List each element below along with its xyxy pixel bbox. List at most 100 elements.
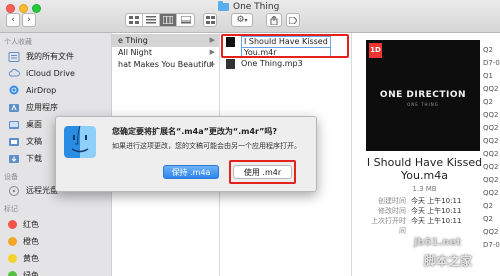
strip-text: QQ2 bbox=[483, 176, 499, 184]
preview-size: 1.3 MB bbox=[412, 185, 437, 193]
sidebar-item-label: AirDrop bbox=[26, 85, 57, 95]
window-title: One Thing bbox=[218, 1, 280, 12]
sidebar-item-label: iCloud Drive bbox=[26, 68, 75, 78]
sidebar-tag-yellow[interactable]: 黄色 bbox=[8, 253, 39, 264]
icon-view-button[interactable] bbox=[126, 14, 143, 26]
album-badge: 1D bbox=[369, 43, 382, 58]
sidebar-item-icloud-drive[interactable]: iCloud Drive bbox=[8, 68, 75, 78]
album-band-name: ONE DIRECTION bbox=[379, 90, 467, 100]
chevron-right-icon: ▶ bbox=[209, 36, 215, 44]
sidebar-item-label: 橙色 bbox=[23, 237, 39, 246]
album-subtitle: ONE THING bbox=[407, 102, 439, 107]
applications-icon bbox=[8, 103, 20, 113]
preview-title-line-1: I Should Have Kissed bbox=[366, 156, 483, 169]
tags-header: 标记 bbox=[4, 205, 18, 213]
sidebar-item-label: 我的所有文件 bbox=[26, 52, 74, 61]
minimize-window-button[interactable] bbox=[19, 4, 28, 13]
downloads-icon bbox=[8, 154, 20, 164]
sidebar-item-all-files[interactable]: 我的所有文件 bbox=[8, 51, 74, 62]
dialog-question: 您确定要将扩展名“.m4a”更改为“.m4r”吗? bbox=[112, 127, 278, 136]
cover-flow-icon bbox=[180, 16, 191, 24]
all-files-icon bbox=[8, 51, 20, 62]
sidebar-item-label: 红色 bbox=[23, 220, 39, 229]
list-item-label: All Night bbox=[118, 48, 152, 57]
cloud-icon bbox=[8, 68, 20, 78]
sidebar-tag-green[interactable]: 绿色 bbox=[8, 270, 39, 276]
strip-text: D7-0 bbox=[483, 59, 500, 67]
sidebar-tag-orange[interactable]: 橙色 bbox=[8, 236, 39, 247]
icon-view-icon bbox=[129, 16, 139, 24]
meta-row: 修改时间 今天 上午10:11 bbox=[370, 206, 461, 216]
orange-tag-dot-icon bbox=[8, 237, 17, 246]
arrange-button[interactable] bbox=[203, 13, 217, 27]
album-artwork: 1D ONE DIRECTION ONE THING bbox=[366, 40, 480, 151]
favorites-header: 个人收藏 bbox=[4, 38, 32, 46]
sidebar-item-applications[interactable]: 应用程序 bbox=[8, 102, 58, 113]
arrange-icon bbox=[205, 16, 215, 24]
rename-highlight-box bbox=[221, 34, 349, 58]
keep-extension-button[interactable]: 保持 .m4a bbox=[163, 165, 219, 179]
airdrop-icon bbox=[8, 85, 20, 95]
sidebar-item-label: 绿色 bbox=[23, 271, 39, 276]
sidebar-item-remote-disc[interactable]: 远程光盘 bbox=[8, 185, 58, 196]
strip-text: QQ2 bbox=[483, 189, 499, 197]
sidebar-item-label: 文稿 bbox=[26, 137, 42, 146]
meta-value: 今天 上午10:11 bbox=[411, 217, 462, 225]
sidebar-item-label: 黄色 bbox=[23, 254, 39, 263]
meta-row: 创建时间 今天 上午10:11 bbox=[370, 196, 461, 206]
sidebar-item-documents[interactable]: 文稿 bbox=[8, 136, 42, 147]
preview-title: I Should Have Kissed You.m4a bbox=[352, 156, 497, 182]
column-view-icon bbox=[163, 16, 173, 24]
sidebar-item-downloads[interactable]: 下载 bbox=[8, 153, 42, 164]
finder-toolbar: One Thing ‹ › ⚙ ▾ bbox=[0, 0, 500, 33]
chevron-right-icon: ▶ bbox=[209, 60, 215, 68]
back-button[interactable]: ‹ bbox=[6, 13, 20, 27]
chevron-down-icon: ▾ bbox=[244, 16, 248, 24]
tag-button[interactable] bbox=[286, 13, 300, 27]
red-tag-dot-icon bbox=[8, 220, 17, 229]
meta-row: 上次打开时间 今天 上午10:11 bbox=[370, 216, 461, 236]
use-button-highlight-box bbox=[229, 160, 296, 184]
strip-text: QQ2 bbox=[483, 111, 499, 119]
chevron-right-icon: ▶ bbox=[209, 48, 215, 56]
documents-icon bbox=[8, 137, 20, 147]
meta-value: 今天 上午10:11 bbox=[411, 207, 462, 215]
strip-text: QQ2 bbox=[483, 137, 499, 145]
action-menu-button[interactable]: ⚙ ▾ bbox=[231, 13, 253, 27]
disc-icon bbox=[8, 185, 20, 196]
view-mode-selector bbox=[125, 13, 195, 27]
strip-text: Q2 bbox=[483, 46, 493, 54]
devices-header: 设备 bbox=[4, 173, 18, 181]
strip-text: QQ2 bbox=[483, 163, 499, 171]
list-view-button[interactable] bbox=[143, 14, 160, 26]
sidebar-tag-red[interactable]: 红色 bbox=[8, 219, 39, 230]
audio-file-icon bbox=[226, 58, 235, 69]
cover-flow-button[interactable] bbox=[177, 14, 194, 26]
strip-text: Q2 bbox=[483, 202, 493, 210]
share-button[interactable] bbox=[266, 13, 282, 27]
forward-button[interactable]: › bbox=[22, 13, 36, 27]
list-item[interactable]: hat Makes You Beautiful ▶ bbox=[112, 58, 219, 71]
preview-title-line-2: You.m4a bbox=[401, 169, 448, 182]
list-view-icon bbox=[146, 16, 156, 24]
strip-text: D7-0 bbox=[483, 241, 500, 249]
zoom-window-button[interactable] bbox=[32, 4, 41, 13]
list-item-label: e Thing bbox=[118, 36, 148, 45]
window-title-label: One Thing bbox=[233, 2, 280, 12]
sidebar-item-desktop[interactable]: 桌面 bbox=[8, 119, 42, 130]
strip-text: Q1 bbox=[483, 72, 493, 80]
strip-text: QQ2 bbox=[483, 228, 499, 236]
sidebar-item-label: 远程光盘 bbox=[26, 186, 58, 195]
yellow-tag-dot-icon bbox=[8, 254, 17, 263]
sidebar-item-label: 应用程序 bbox=[26, 103, 58, 112]
dialog-info: 如果进行这项更改，您的文稿可能会由另一个应用程序打开。 bbox=[112, 142, 301, 150]
meta-key: 上次打开时间 bbox=[371, 217, 406, 235]
meta-key: 创建时间 bbox=[378, 197, 406, 205]
column-view-button[interactable] bbox=[160, 14, 177, 26]
close-window-button[interactable] bbox=[6, 4, 15, 13]
list-item-label: One Thing.mp3 bbox=[241, 59, 303, 68]
watermark-logo-text: 脚本之家 bbox=[424, 254, 473, 268]
share-icon bbox=[270, 15, 278, 25]
file-row[interactable]: One Thing.mp3 bbox=[220, 57, 351, 70]
sidebar-item-airdrop[interactable]: AirDrop bbox=[8, 85, 56, 95]
